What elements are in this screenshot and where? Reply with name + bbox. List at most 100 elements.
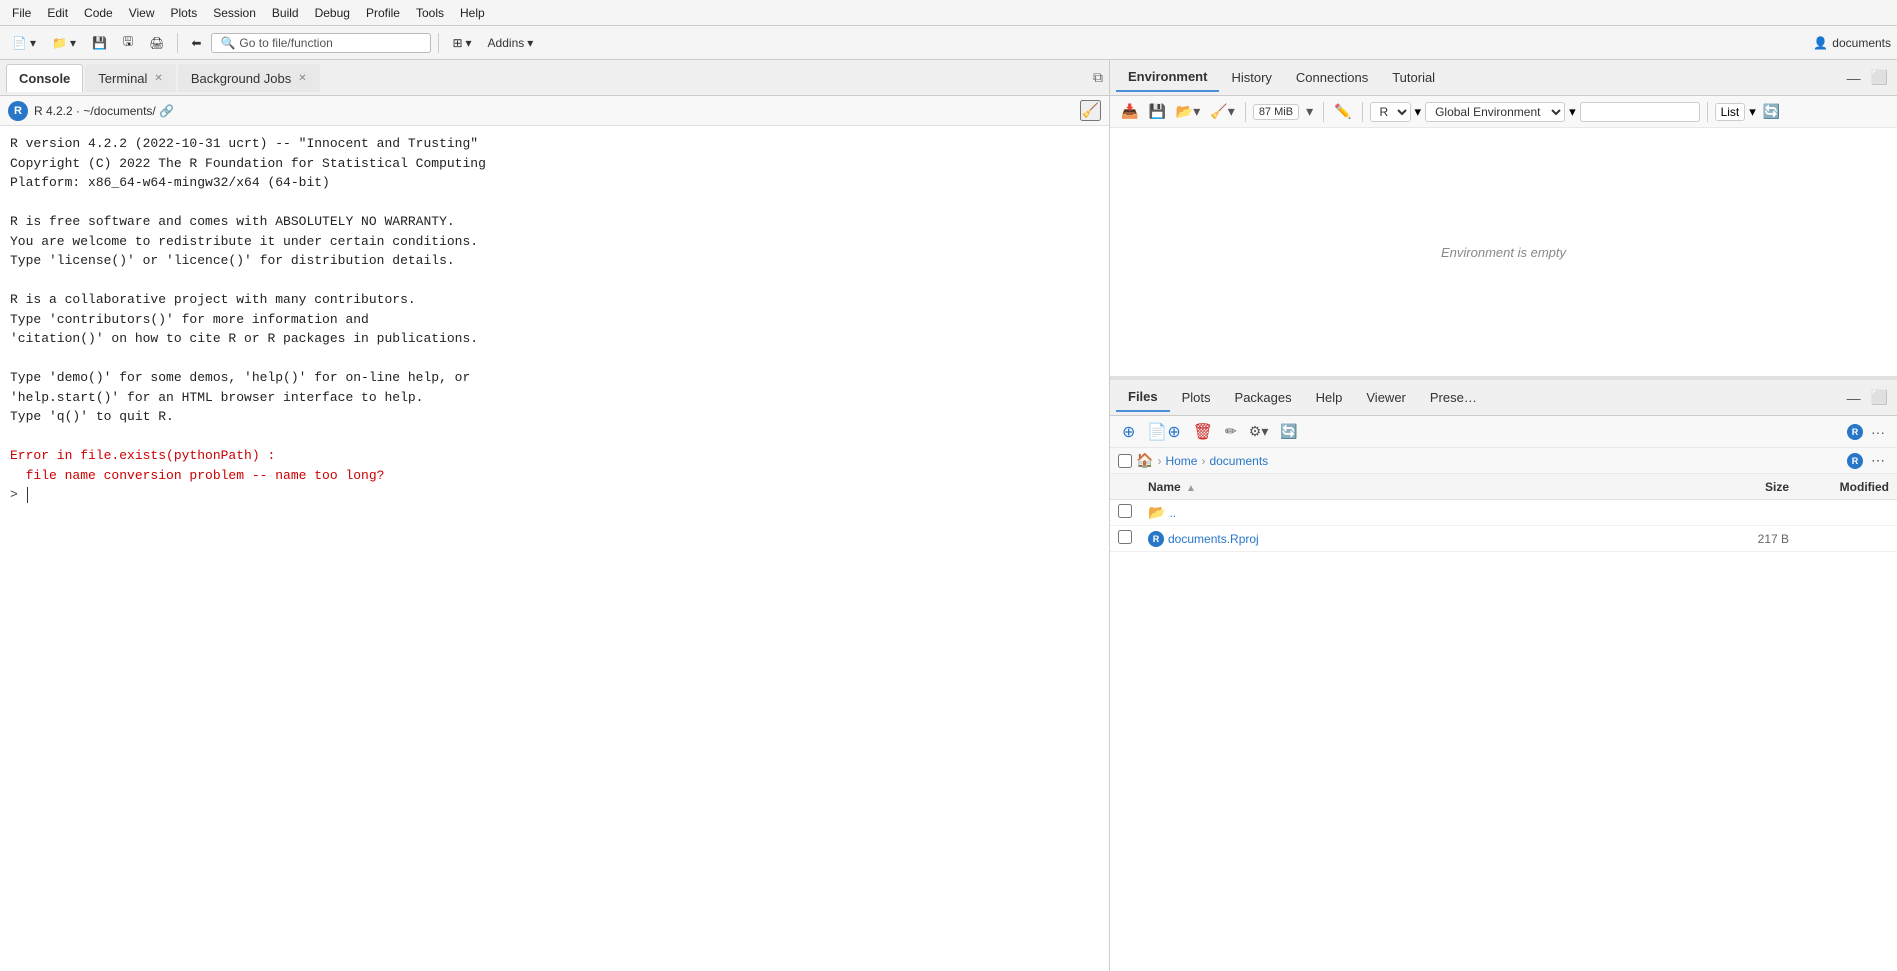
rename-file-btn[interactable]: ✏: [1221, 422, 1241, 441]
breadcrumb-sep-1: ›: [1157, 454, 1161, 468]
panel-expand-btn[interactable]: ⧉: [1093, 69, 1103, 86]
tab-packages[interactable]: Packages: [1223, 384, 1304, 411]
tab-console[interactable]: Console: [6, 64, 83, 92]
tab-background-jobs-close[interactable]: ✕: [298, 73, 306, 84]
console-line-11: 'help.start()' for an HTML browser inter…: [10, 388, 1099, 408]
env-toolbar-sep3: [1362, 102, 1363, 122]
clear-console-btn[interactable]: 🧹: [1080, 100, 1101, 121]
addins-label: Addins: [488, 36, 525, 50]
menubar: File Edit Code View Plots Session Build …: [0, 0, 1897, 26]
save-all-btn[interactable]: 🖫: [117, 29, 139, 56]
menu-help[interactable]: Help: [454, 4, 491, 22]
console-dir: ~/documents/: [83, 104, 155, 118]
env-toolbar-sep4: [1707, 102, 1708, 122]
console-body[interactable]: R version 4.2.2 (2022-10-31 ucrt) -- "In…: [0, 126, 1109, 971]
goto-file-box[interactable]: 🔍 Go to file/function: [211, 33, 431, 53]
workspace-btn[interactable]: ⊞▾: [446, 33, 477, 53]
menu-build[interactable]: Build: [266, 4, 305, 22]
text-cursor: [27, 487, 28, 503]
save-btn[interactable]: 💾: [86, 33, 113, 53]
parent-folder-name[interactable]: ..: [1169, 506, 1709, 520]
tab-plots[interactable]: Plots: [1170, 384, 1223, 411]
header-modified-col: Modified: [1789, 480, 1889, 494]
console-line-9: 'citation()' on how to cite R or R packa…: [10, 329, 1099, 349]
tab-terminal[interactable]: Terminal ✕: [85, 64, 176, 92]
console-line-3: Platform: x86_64-w64-mingw32/x64 (64-bit…: [10, 173, 1099, 193]
breadcrumb-more-btn[interactable]: ⋯: [1867, 451, 1889, 470]
home-icon[interactable]: 🏠: [1136, 452, 1153, 469]
menu-edit[interactable]: Edit: [41, 4, 74, 22]
tab-environment[interactable]: Environment: [1116, 63, 1219, 92]
env-toolbar-sep2: [1323, 102, 1324, 122]
breadcrumb-checkbox[interactable]: [1118, 454, 1132, 468]
minimize-bottom-btn[interactable]: —: [1844, 389, 1864, 407]
rproj-filename[interactable]: documents.Rproj: [1168, 532, 1709, 546]
tab-history[interactable]: History: [1219, 64, 1283, 91]
breadcrumb-documents-label[interactable]: documents: [1209, 454, 1268, 468]
sync-files-btn[interactable]: 🔄: [1276, 422, 1301, 441]
new-folder-btn[interactable]: ⊕: [1118, 421, 1139, 443]
menu-session[interactable]: Session: [207, 4, 262, 22]
console-prompt: >: [10, 485, 26, 505]
r-version-selector[interactable]: R: [1370, 102, 1411, 122]
load-env-btn[interactable]: 📂▾: [1173, 102, 1203, 121]
clear-env-btn[interactable]: 🧹▾: [1207, 102, 1237, 121]
env-empty-text: Environment is empty: [1441, 245, 1566, 260]
new-file-files-btn[interactable]: 📄⊕: [1143, 421, 1184, 443]
console-line-2: Copyright (C) 2022 The R Foundation for …: [10, 154, 1099, 174]
goto-prev-btn[interactable]: ⬅: [185, 33, 207, 53]
global-env-selector[interactable]: Global Environment: [1425, 102, 1565, 122]
menu-profile[interactable]: Profile: [360, 4, 406, 22]
tab-plots-label: Plots: [1182, 390, 1211, 405]
minimize-top-btn[interactable]: —: [1844, 69, 1864, 87]
tab-connections[interactable]: Connections: [1284, 64, 1380, 91]
menu-view[interactable]: View: [123, 4, 161, 22]
edit-script-btn[interactable]: ✏️: [1331, 102, 1354, 121]
r-icon-files-right: R: [1847, 453, 1863, 469]
menu-file[interactable]: File: [6, 4, 37, 22]
tab-background-jobs[interactable]: Background Jobs ✕: [178, 64, 320, 92]
save-env-btn[interactable]: 💾: [1145, 102, 1168, 121]
console-path: R 4.2.2 · ~/documents/ 🔗: [34, 104, 174, 118]
breadcrumb-bar: 🏠 › Home › documents R ⋯: [1110, 448, 1897, 474]
env-search-input[interactable]: [1580, 102, 1700, 122]
col-modified-label: Modified: [1840, 480, 1889, 494]
tab-terminal-close[interactable]: ✕: [154, 73, 162, 84]
open-file-btn[interactable]: 📁▾: [46, 33, 82, 53]
tab-environment-label: Environment: [1128, 69, 1207, 84]
mem-dropdown-btn[interactable]: ▾: [1303, 102, 1316, 121]
name-sort-arrow[interactable]: ▲: [1186, 483, 1196, 494]
menu-plots[interactable]: Plots: [165, 4, 204, 22]
menu-code[interactable]: Code: [78, 4, 119, 22]
tab-help[interactable]: Help: [1304, 384, 1355, 411]
tab-files[interactable]: Files: [1116, 383, 1170, 412]
more-files-btn[interactable]: ⚙▾: [1245, 422, 1273, 441]
menu-debug[interactable]: Debug: [309, 4, 356, 22]
file-checkbox-parent[interactable]: [1118, 504, 1132, 518]
list-view-selector[interactable]: List: [1715, 103, 1746, 121]
right-bottom-controls: — ⬜: [1844, 388, 1891, 407]
tab-tutorial[interactable]: Tutorial: [1380, 64, 1447, 91]
import-btn[interactable]: 📥: [1118, 102, 1141, 121]
menu-tools[interactable]: Tools: [410, 4, 450, 22]
delete-file-btn[interactable]: 🗑: [1189, 421, 1217, 443]
tab-help-label: Help: [1316, 390, 1343, 405]
addins-btn[interactable]: Addins ▾: [482, 33, 540, 53]
rproj-icon: R: [1148, 531, 1164, 547]
tab-presentation[interactable]: Prese…: [1418, 384, 1489, 411]
right-bottom-tab-row: Files Plots Packages Help Viewer Prese…: [1110, 380, 1897, 416]
tab-files-label: Files: [1128, 389, 1158, 404]
new-file-btn[interactable]: 📄▾: [6, 33, 42, 53]
tab-viewer[interactable]: Viewer: [1354, 384, 1418, 411]
print-btn[interactable]: 🖨: [143, 33, 170, 53]
maximize-top-btn[interactable]: ⬜: [1868, 68, 1891, 87]
files-list: 📂 .. R documents.Rproj 217 B: [1110, 500, 1897, 971]
error-line-2: file name conversion problem -- name too…: [10, 466, 1099, 486]
maximize-bottom-btn[interactable]: ⬜: [1868, 388, 1891, 407]
refresh-env-btn[interactable]: 🔄: [1760, 102, 1783, 121]
tab-connections-label: Connections: [1296, 70, 1368, 85]
file-checkbox-rproj[interactable]: [1118, 530, 1132, 544]
files-more-btn[interactable]: ···: [1867, 423, 1889, 441]
breadcrumb-home-label[interactable]: Home: [1165, 454, 1197, 468]
user-avatar-icon: 👤: [1813, 36, 1828, 50]
